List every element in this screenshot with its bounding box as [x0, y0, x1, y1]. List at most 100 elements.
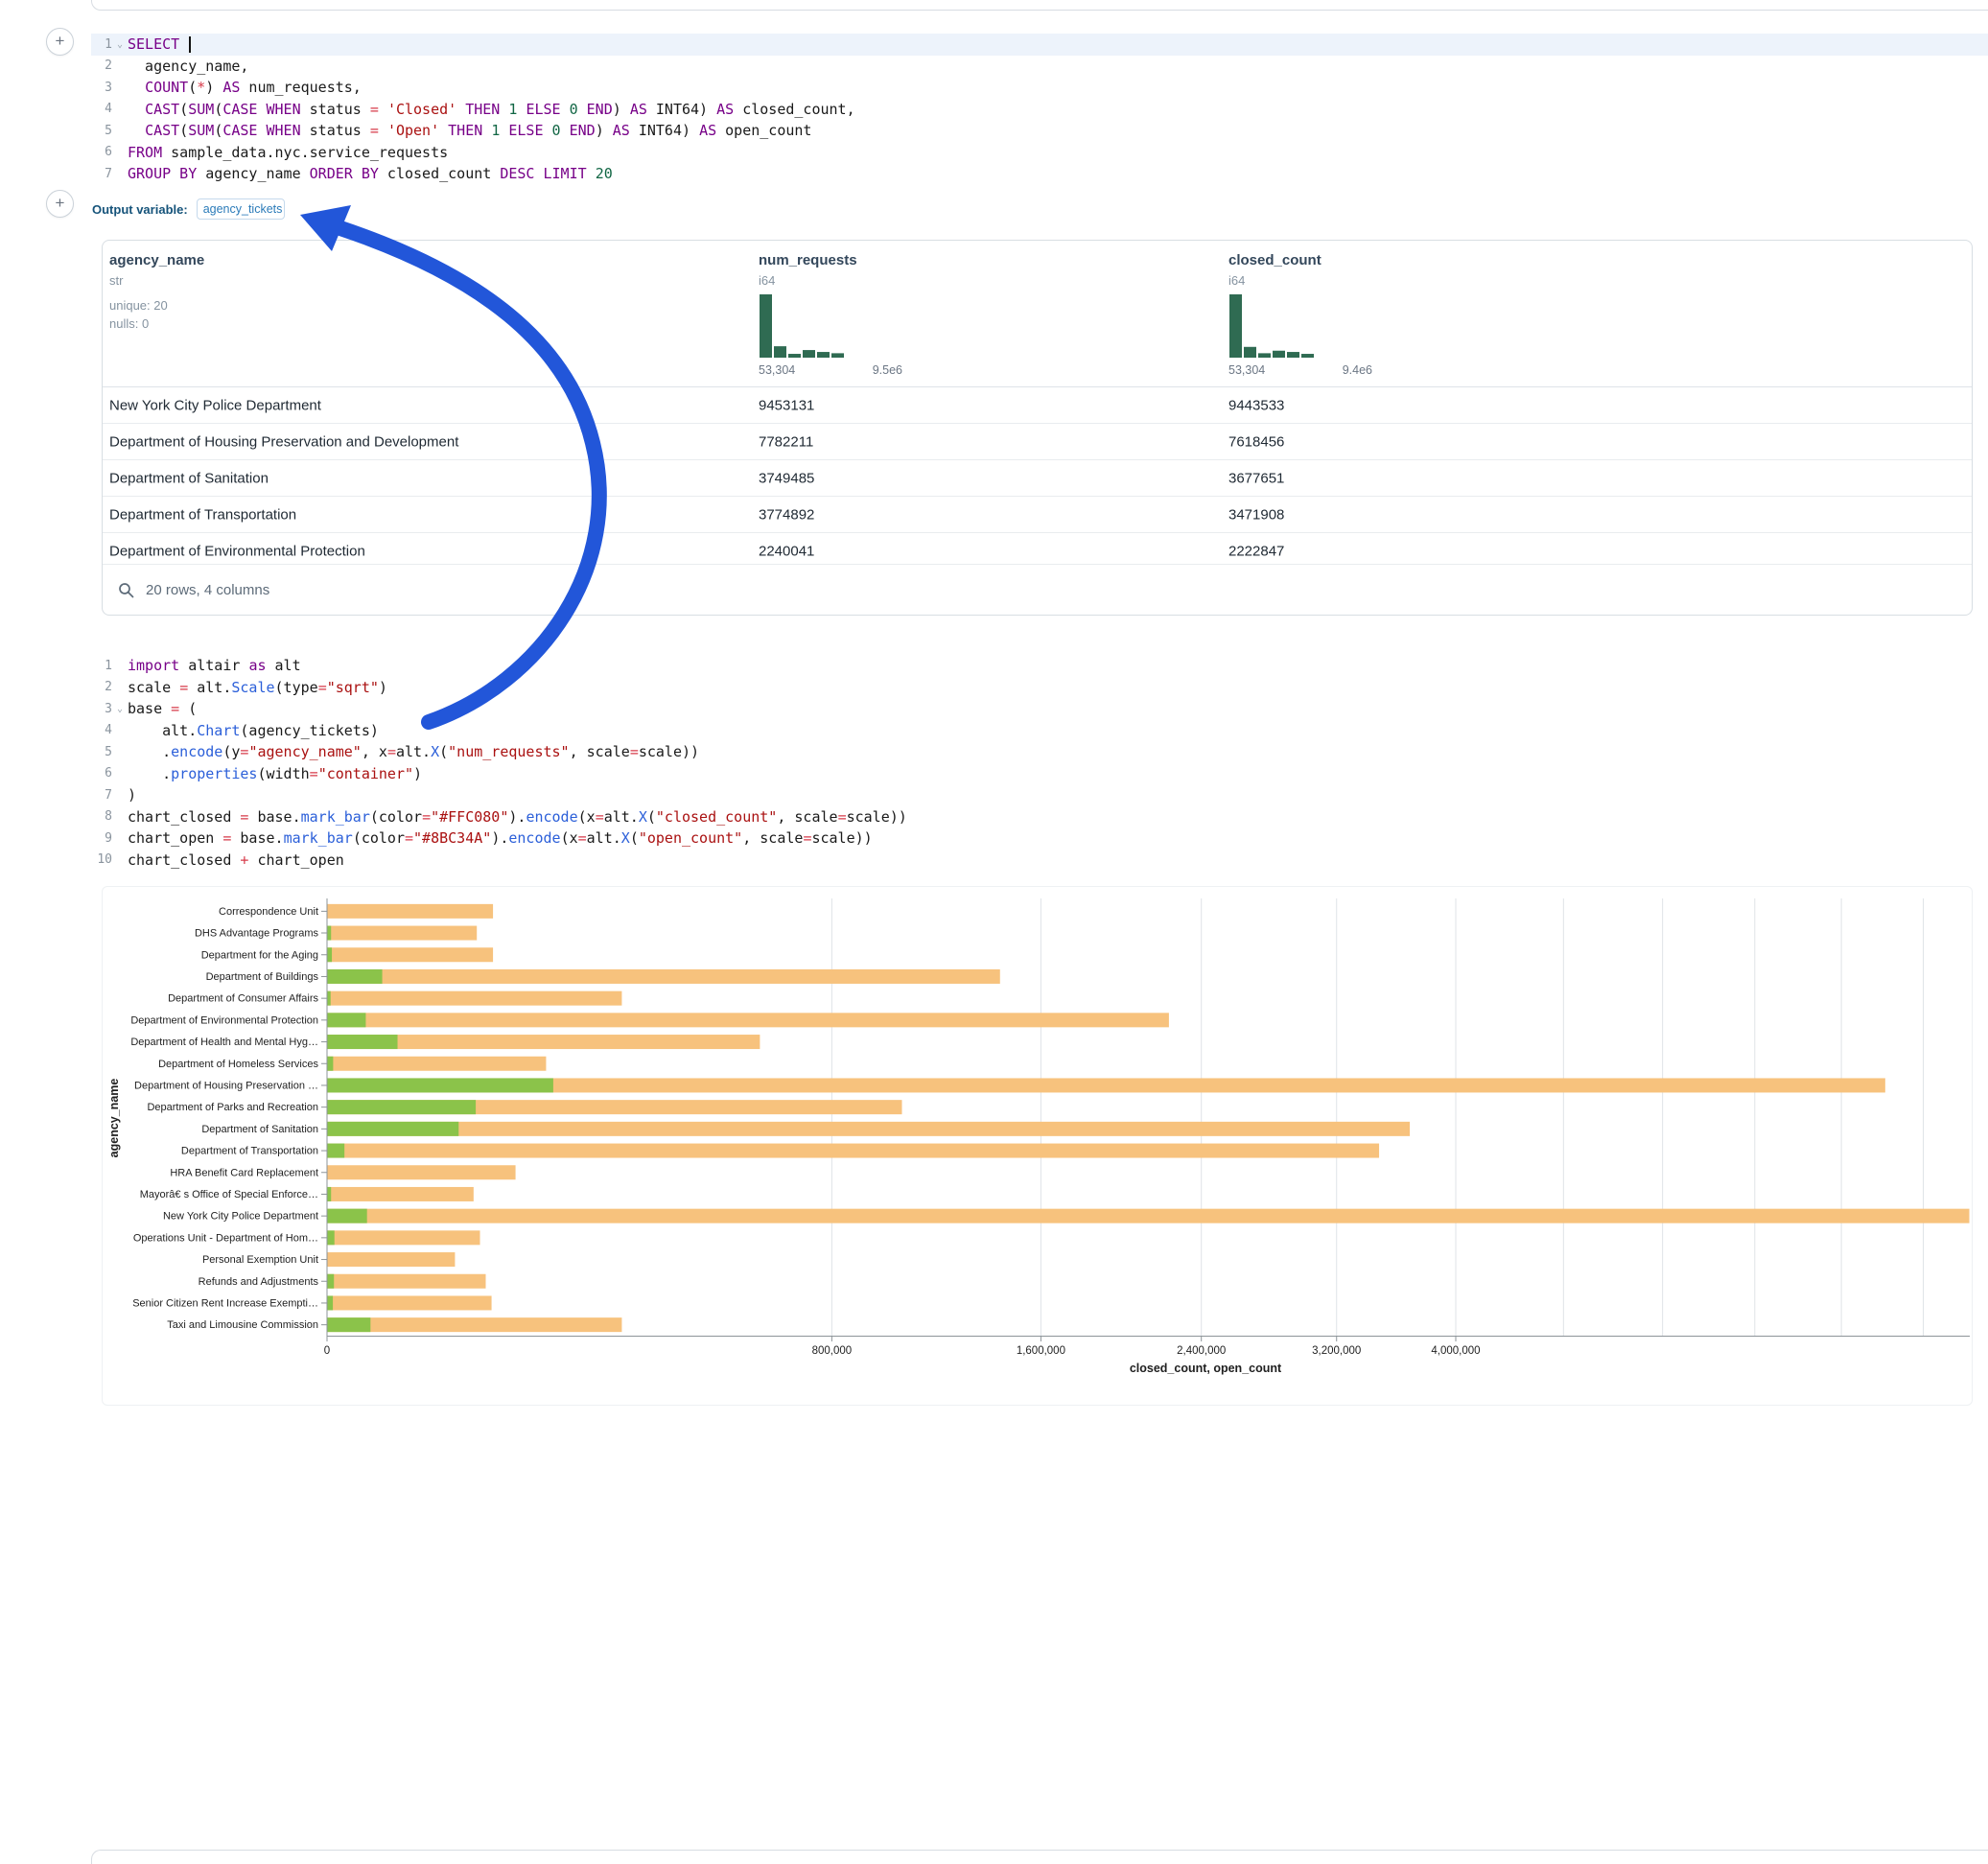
- bar-closed[interactable]: [328, 947, 494, 962]
- code-token: [128, 79, 145, 96]
- bar-open[interactable]: [328, 1144, 345, 1158]
- bar-open[interactable]: [328, 1122, 459, 1136]
- code-token: (: [214, 122, 222, 139]
- line-number: 3: [91, 81, 112, 95]
- code-token: .: [128, 743, 171, 760]
- bar-open[interactable]: [328, 1013, 366, 1027]
- bar-closed[interactable]: [328, 1078, 1885, 1092]
- table-cell: 9453131: [759, 397, 814, 413]
- code-line[interactable]: 7): [91, 784, 1988, 806]
- code-token: base.: [248, 808, 300, 826]
- bar-closed[interactable]: [328, 1057, 547, 1071]
- code-token: base: [128, 700, 171, 717]
- bar-open[interactable]: [328, 1187, 332, 1201]
- bar-open[interactable]: [328, 969, 383, 984]
- code-token: (type: [275, 679, 318, 696]
- sql-code-editor[interactable]: 1⌄SELECT 2 agency_name,3 COUNT(*) AS num…: [91, 34, 1988, 185]
- code-line[interactable]: 8chart_closed = base.mark_bar(color="#FF…: [91, 806, 1988, 828]
- bar-closed[interactable]: [328, 1230, 480, 1245]
- bar-open[interactable]: [328, 947, 333, 962]
- code-token: alt: [267, 657, 301, 674]
- code-token: CAST: [145, 101, 179, 118]
- bar-open[interactable]: [328, 1230, 335, 1245]
- bar-closed[interactable]: [328, 1295, 492, 1310]
- column-histogram: [1228, 294, 1372, 358]
- bar-closed[interactable]: [328, 1144, 1380, 1158]
- code-text: .properties(width="container"): [128, 765, 422, 782]
- bar-closed[interactable]: [328, 1274, 486, 1289]
- table-row[interactable]: Department of Sanitation37494853677651: [103, 459, 1972, 496]
- bar-closed[interactable]: [328, 1165, 516, 1179]
- table-column-header: closed_counti6453,3049.4e6: [1228, 241, 1612, 386]
- bar-closed[interactable]: [328, 1122, 1411, 1136]
- code-line[interactable]: 3⌄base = (: [91, 698, 1988, 720]
- code-token: [482, 122, 491, 139]
- code-token: import: [128, 657, 179, 674]
- code-token: (width: [257, 765, 309, 782]
- line-number: 7: [91, 788, 112, 803]
- code-line[interactable]: 3 COUNT(*) AS num_requests,: [91, 77, 1988, 99]
- search-icon[interactable]: [118, 582, 134, 598]
- code-token: (: [630, 829, 639, 847]
- code-token: CASE: [222, 101, 257, 118]
- add-cell-button[interactable]: +: [46, 28, 74, 56]
- code-token: alt.: [587, 829, 621, 847]
- table-row[interactable]: Department of Transportation377489234719…: [103, 496, 1972, 532]
- code-line[interactable]: 2scale = alt.Scale(type="sqrt"): [91, 677, 1988, 699]
- bar-open[interactable]: [328, 1100, 477, 1114]
- bar-chart-output[interactable]: Correspondence UnitDHS Advantage Program…: [102, 886, 1973, 1406]
- code-token: ): [128, 786, 136, 804]
- bar-open[interactable]: [328, 1274, 335, 1289]
- code-line[interactable]: 6FROM sample_data.nyc.service_requests: [91, 142, 1988, 164]
- bar-open[interactable]: [328, 926, 332, 941]
- altair-chart: Correspondence UnitDHS Advantage Program…: [103, 887, 1970, 1403]
- bar-closed[interactable]: [328, 1317, 622, 1332]
- bar-closed[interactable]: [328, 1252, 456, 1267]
- code-token: (color: [370, 808, 422, 826]
- bar-open[interactable]: [328, 1078, 553, 1092]
- table-row[interactable]: Department of Housing Preservation and D…: [103, 423, 1972, 459]
- table-cell: New York City Police Department: [109, 397, 321, 413]
- range-max: 9.4e6: [1343, 363, 1372, 377]
- bar-closed[interactable]: [328, 969, 1000, 984]
- code-line[interactable]: 4 CAST(SUM(CASE WHEN status = 'Closed' T…: [91, 99, 1988, 121]
- code-token: as: [248, 657, 266, 674]
- code-line[interactable]: 7GROUP BY agency_name ORDER BY closed_co…: [91, 163, 1988, 185]
- bar-open[interactable]: [328, 1209, 367, 1223]
- python-code-editor[interactable]: 1import altair as alt2scale = alt.Scale(…: [91, 655, 1988, 871]
- bar-open[interactable]: [328, 991, 331, 1006]
- bar-open[interactable]: [328, 1295, 334, 1310]
- code-line[interactable]: 2 agency_name,: [91, 56, 1988, 78]
- bar-closed[interactable]: [328, 926, 478, 941]
- add-cell-button[interactable]: +: [46, 190, 74, 218]
- output-variable-pill[interactable]: agency_tickets: [197, 198, 285, 220]
- bar-closed[interactable]: [328, 1187, 474, 1201]
- code-token: encode: [526, 808, 577, 826]
- code-line[interactable]: 10chart_closed + chart_open: [91, 850, 1988, 872]
- code-text: FROM sample_data.nyc.service_requests: [128, 144, 448, 161]
- bar-closed[interactable]: [328, 1209, 1970, 1223]
- bar-closed[interactable]: [328, 991, 622, 1006]
- bar-closed[interactable]: [328, 904, 494, 919]
- table-cell: 7782211: [759, 433, 813, 450]
- table-cell: 2222847: [1228, 543, 1284, 559]
- code-token: base.: [231, 829, 283, 847]
- bar-closed[interactable]: [328, 1013, 1169, 1027]
- code-line[interactable]: 5 .encode(y="agency_name", x=alt.X("num_…: [91, 741, 1988, 763]
- code-token: END: [587, 101, 613, 118]
- code-token: mark_bar: [284, 829, 353, 847]
- bar-open[interactable]: [328, 1057, 334, 1071]
- code-line[interactable]: 9chart_open = base.mark_bar(color="#8BC3…: [91, 827, 1988, 850]
- table-row[interactable]: New York City Police Department945313194…: [103, 387, 1972, 423]
- code-line[interactable]: 6 .properties(width="container"): [91, 763, 1988, 785]
- code-line[interactable]: 4 alt.Chart(agency_tickets): [91, 720, 1988, 742]
- y-axis-label: Department of Health and Mental Hyg…: [130, 1037, 318, 1048]
- code-token: ).: [491, 829, 508, 847]
- code-token: alt.: [396, 743, 431, 760]
- bar-open[interactable]: [328, 1317, 371, 1332]
- code-line[interactable]: 1⌄SELECT: [91, 34, 1988, 56]
- code-line[interactable]: 5 CAST(SUM(CASE WHEN status = 'Open' THE…: [91, 120, 1988, 142]
- code-line[interactable]: 1import altair as alt: [91, 655, 1988, 677]
- bar-open[interactable]: [328, 1035, 398, 1049]
- line-number: 1: [91, 37, 112, 52]
